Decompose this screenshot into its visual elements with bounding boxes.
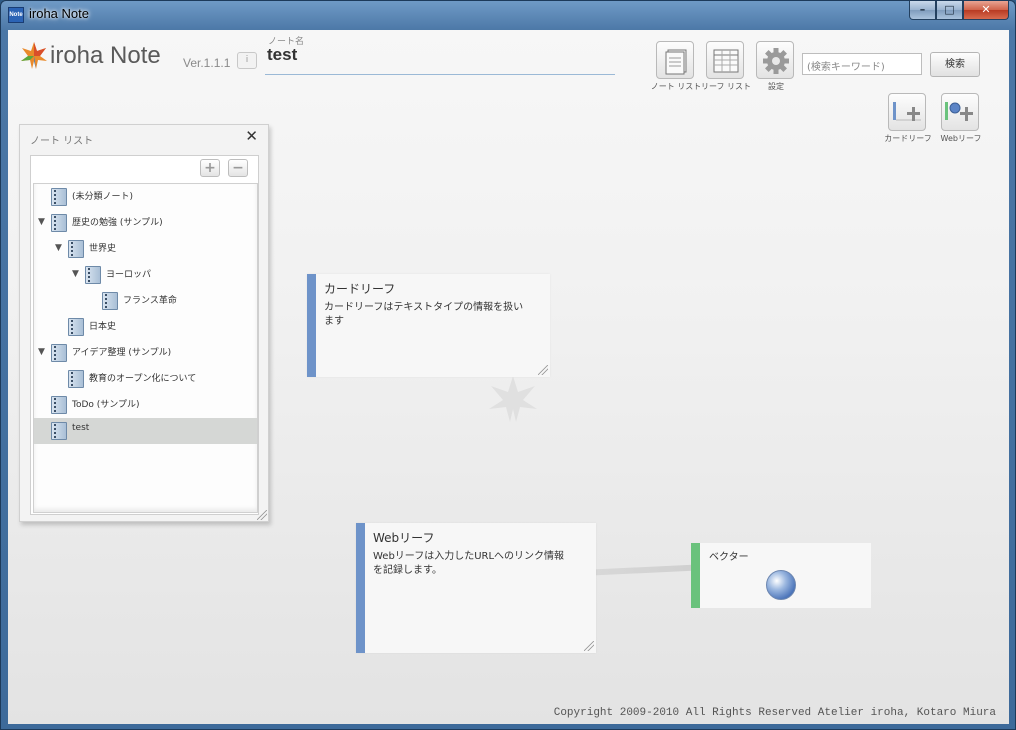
settings-tool[interactable]: 設定 xyxy=(756,41,796,92)
notebook-icon xyxy=(68,370,84,388)
tree-item-open-education[interactable]: 教育のオープン化について xyxy=(34,366,257,392)
tree-item-todo[interactable]: ToDo (サンプル) xyxy=(34,392,257,418)
tree-item-japan-history[interactable]: 日本史 xyxy=(34,314,257,340)
leaf-list-icon xyxy=(713,49,739,73)
note-list-panel: ノート リスト ✕ + − (未分類ノート) ▼ 歴史の勉強 (サンプル) ▼ … xyxy=(19,124,269,522)
tree-item-label: 世界史 xyxy=(89,244,117,254)
tree-item-europe[interactable]: ▼ ヨーロッパ xyxy=(34,262,257,288)
tree-item-label: アイデア整理 (サンプル) xyxy=(72,348,172,358)
tree-item-label: 日本史 xyxy=(89,322,117,332)
web-leaf-body-line: Webリーフは入力したURLへのリンク情報 xyxy=(373,551,565,562)
card-leaf-body: カードリーフはテキストタイプの情報を扱い ます xyxy=(324,301,523,329)
tree-item-history[interactable]: ▼ 歴史の勉強 (サンプル) xyxy=(34,210,257,236)
notebook-icon xyxy=(68,240,84,258)
vector-leaf[interactable]: ベクター xyxy=(691,543,871,608)
expand-arrow-icon[interactable]: ▼ xyxy=(55,243,62,253)
client-area: iroha Note Ver.1.1.1 i ノート名 test ノート リスト xyxy=(8,30,1009,724)
notebook-icon xyxy=(102,292,118,310)
leaf-list-tool[interactable]: リーフ リスト xyxy=(701,41,751,92)
add-note-button[interactable]: + xyxy=(200,159,220,177)
note-tree: (未分類ノート) ▼ 歴史の勉強 (サンプル) ▼ 世界史 ▼ ヨーロッパ フラ… xyxy=(33,183,258,513)
add-web-leaf-button[interactable] xyxy=(941,93,979,131)
notebook-icon xyxy=(51,344,67,362)
leaf-list-button[interactable] xyxy=(706,41,744,79)
title-bar[interactable]: Note iroha Note – □ ✕ xyxy=(1,1,1015,29)
web-leaf-title: Webリーフ xyxy=(373,531,435,545)
tree-item-label: test xyxy=(72,423,90,433)
vector-leaf-title: ベクター xyxy=(709,552,749,563)
tree-item-french-revolution[interactable]: フランス革命 xyxy=(34,288,257,314)
expand-arrow-icon[interactable]: ▼ xyxy=(72,269,79,279)
panel-resize-grip[interactable] xyxy=(257,510,267,520)
panel-title: ノート リスト xyxy=(30,136,94,147)
app-window: Note iroha Note – □ ✕ iroha Note Ver.1.1… xyxy=(0,0,1016,730)
maple-leaf-logo-icon xyxy=(21,42,47,69)
tree-item-label: (未分類ノート) xyxy=(72,192,134,202)
panel-close-button[interactable]: ✕ xyxy=(245,127,258,145)
note-name-underline xyxy=(265,74,615,75)
tree-item-label: フランス革命 xyxy=(123,296,177,306)
search-button[interactable]: 検索 xyxy=(930,52,980,77)
note-list-icon xyxy=(665,49,687,75)
card-leaf-body-line: ます xyxy=(324,316,344,327)
card-leaf-caption: カードリーフ xyxy=(884,134,932,143)
copyright-text: Copyright 2009-2010 All Rights Reserved … xyxy=(553,707,996,719)
card-leaf-body-line: カードリーフはテキストタイプの情報を扱い xyxy=(324,302,524,313)
web-leaf-color-bar xyxy=(356,523,365,653)
tree-item-uncategorized[interactable]: (未分類ノート) xyxy=(34,184,257,210)
add-card-leaf-icon xyxy=(893,102,921,121)
gear-icon xyxy=(763,48,789,74)
tree-item-test[interactable]: test xyxy=(34,418,257,444)
minimize-button[interactable]: – xyxy=(909,1,936,20)
search-input[interactable]: (検索キーワード) xyxy=(802,53,922,75)
note-list-tool[interactable]: ノート リスト xyxy=(651,41,701,92)
web-leaf-body: Webリーフは入力したURLへのリンク情報 を記録します。 xyxy=(373,550,564,578)
vector-leaf-color-bar xyxy=(691,543,700,608)
notebook-icon xyxy=(51,188,67,206)
tree-item-ideas[interactable]: ▼ アイデア整理 (サンプル) xyxy=(34,340,257,366)
web-leaf-caption: Webリーフ xyxy=(940,134,982,143)
panel-body: + − (未分類ノート) ▼ 歴史の勉強 (サンプル) ▼ 世界史 ▼ ヨーロッ… xyxy=(30,155,259,515)
notebook-icon xyxy=(68,318,84,336)
version-label: Ver.1.1.1 xyxy=(183,56,231,70)
info-button[interactable]: i xyxy=(237,52,257,69)
notebook-icon xyxy=(85,266,101,284)
add-web-leaf-icon xyxy=(945,102,973,121)
add-web-leaf-tool[interactable]: Webリーフ xyxy=(941,93,981,144)
app-icon: Note xyxy=(8,7,24,23)
notebook-icon xyxy=(51,214,67,232)
expand-arrow-icon[interactable]: ▼ xyxy=(38,217,45,227)
remove-note-button[interactable]: − xyxy=(228,159,248,177)
card-leaf-title: カードリーフ xyxy=(324,282,396,296)
maple-leaf-watermark-icon xyxy=(489,376,537,422)
window-title: iroha Note xyxy=(29,6,89,21)
settings-button[interactable] xyxy=(756,41,794,79)
tree-item-world-history[interactable]: ▼ 世界史 xyxy=(34,236,257,262)
tree-item-label: ToDo (サンプル) xyxy=(72,400,140,410)
tree-item-label: ヨーロッパ xyxy=(106,270,152,280)
notebook-icon xyxy=(51,396,67,414)
add-card-leaf-button[interactable] xyxy=(888,93,926,131)
tree-item-label: 教育のオープン化について xyxy=(89,374,197,384)
settings-caption: 設定 xyxy=(768,82,784,91)
web-leaf-resize-grip[interactable] xyxy=(584,641,594,651)
card-leaf-resize-grip[interactable] xyxy=(538,365,548,375)
app-name: iroha Note xyxy=(50,42,161,69)
tree-item-label: 歴史の勉強 (サンプル) xyxy=(72,218,163,228)
card-leaf-color-bar xyxy=(307,274,316,377)
note-name-field[interactable]: test xyxy=(267,45,297,65)
maximize-button[interactable]: □ xyxy=(936,1,963,20)
globe-icon[interactable] xyxy=(766,570,796,600)
web-leaf-body-line: を記録します。 xyxy=(373,565,442,576)
card-leaf[interactable]: カードリーフ カードリーフはテキストタイプの情報を扱い ます xyxy=(307,274,550,377)
window-controls: – □ ✕ xyxy=(909,1,1009,20)
expand-arrow-icon[interactable]: ▼ xyxy=(38,347,45,357)
web-leaf[interactable]: Webリーフ Webリーフは入力したURLへのリンク情報 を記録します。 xyxy=(356,523,596,653)
notebook-icon xyxy=(51,422,67,440)
add-card-leaf-tool[interactable]: カードリーフ xyxy=(884,93,932,144)
note-list-button[interactable] xyxy=(656,41,694,79)
close-button[interactable]: ✕ xyxy=(963,1,1009,20)
